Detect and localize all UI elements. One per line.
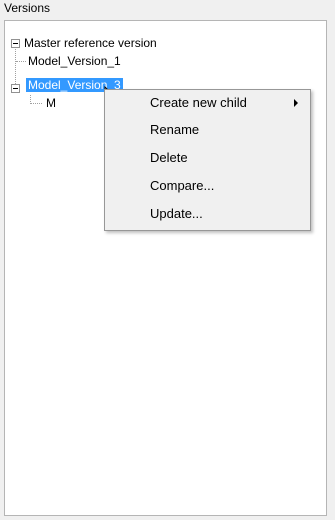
tree-node-master-reference-version[interactable]: Master reference version	[24, 36, 157, 50]
menu-item-create-new-child[interactable]: Create new child	[105, 90, 310, 116]
versions-panel-title: Versions	[4, 1, 51, 15]
tree-connector	[30, 103, 42, 105]
collapse-minus-icon[interactable]	[11, 84, 20, 93]
tree-node-model-version-1[interactable]: Model_Version_1	[28, 54, 121, 68]
tree-node-grandchild[interactable]: M	[46, 96, 56, 110]
context-menu[interactable]: Create new child Rename Delete Compare..…	[104, 89, 311, 231]
menu-item-rename[interactable]: Rename	[105, 117, 310, 143]
tree-connector	[16, 61, 26, 63]
versions-header: Versions	[0, 0, 335, 20]
menu-item-update[interactable]: Update...	[105, 201, 310, 227]
menu-item-delete[interactable]: Delete	[105, 145, 310, 171]
submenu-arrow-icon	[294, 99, 298, 107]
menu-item-compare[interactable]: Compare...	[105, 173, 310, 199]
collapse-minus-icon[interactable]	[11, 39, 20, 48]
tree-connector	[15, 49, 17, 88]
